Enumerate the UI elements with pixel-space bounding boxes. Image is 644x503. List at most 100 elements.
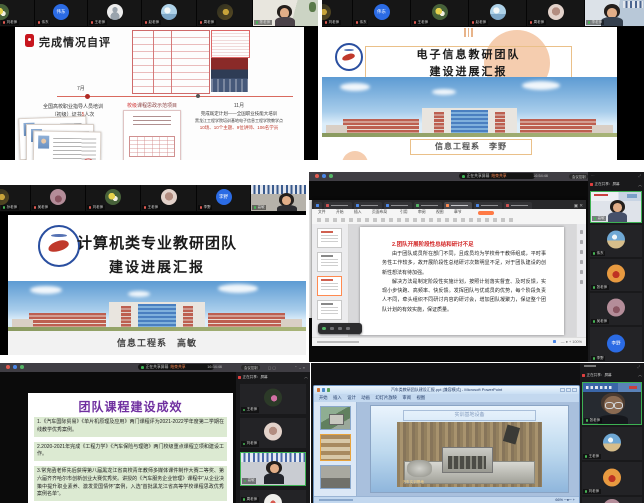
participant-video-tile[interactable]: 陈老师: [253, 0, 318, 26]
participant-video-tile[interactable]: 李老师: [585, 0, 644, 26]
speaker-video: [264, 461, 284, 483]
document-tab[interactable]: [384, 202, 412, 210]
menu-extra-icons[interactable]: ⌃ ⌄ ≡: [294, 365, 305, 370]
collapse-icon[interactable]: ︿: [304, 374, 308, 380]
quick-access-toolbar[interactable]: [317, 388, 330, 391]
participant-tile[interactable]: 王老师: [141, 185, 196, 211]
side-toolbar[interactable]: [576, 224, 586, 338]
video-tile[interactable]: 李野 李野: [590, 327, 642, 362]
video-tile[interactable]: 张老师: [590, 259, 642, 291]
video-tile[interactable]: 刘老师: [582, 462, 642, 495]
ribbon-tab[interactable]: 设计: [347, 395, 356, 401]
menu-item[interactable]: 页面布局: [372, 210, 387, 215]
page-thumb[interactable]: [317, 300, 342, 320]
page-thumb[interactable]: [317, 228, 342, 248]
meeting-capture-6: 汽车类教研团队建设汇报.ppt [兼容模式] - Microsoft Power…: [311, 363, 644, 503]
expand-icon[interactable]: ⤢: [637, 365, 640, 369]
mic-on-icon: [593, 286, 596, 289]
video-tile[interactable]: 王老师: [240, 384, 306, 414]
redo-icon[interactable]: [327, 388, 330, 391]
undo-icon[interactable]: [322, 388, 325, 391]
participant-video-tile[interactable]: 高敏: [251, 185, 306, 211]
video-tile[interactable]: 伟东: [590, 225, 642, 257]
page-thumb[interactable]: [317, 252, 342, 272]
collapse-icon[interactable]: ︿: [638, 372, 642, 378]
app-icon[interactable]: [329, 174, 333, 178]
avatar: 伟东: [53, 4, 69, 20]
participant-tile[interactable]: 刘老师: [322, 0, 352, 26]
participant-tile[interactable]: 伟东 伟东: [353, 0, 410, 26]
collapse-icon[interactable]: ︿: [638, 182, 642, 188]
expand-icon[interactable]: ⤢: [638, 174, 641, 178]
document-tab[interactable]: [474, 202, 502, 210]
document-tab[interactable]: [324, 202, 352, 210]
november-block: 11月 完成既定计划——全国职业技能大培训 黑龙江工程学院培训基地电子信息工程学…: [183, 102, 295, 131]
window-buttons[interactable]: ▣ ✕: [574, 203, 583, 209]
sharing-pill[interactable]: 正在共享屏幕 结束共享: [138, 364, 214, 370]
meeting-control-chip[interactable]: 会议控制: [569, 174, 588, 179]
home-tab[interactable]: [314, 202, 322, 210]
menu-item[interactable]: 审阅: [418, 210, 426, 215]
highlight-button[interactable]: [478, 211, 494, 215]
video-tile[interactable]: 刘老师: [240, 418, 306, 448]
participant-tile[interactable]: 赵老师: [142, 0, 196, 26]
meeting-capture-2: 刘老师 伟东 伟东 王老师 赵老师 周老师: [322, 0, 644, 160]
video-tile-speaking[interactable]: 高敏: [590, 191, 642, 223]
participant-tile[interactable]: 刘老师: [86, 185, 140, 211]
video-tile-speaking[interactable]: 高敏: [240, 452, 306, 486]
slide-thumb[interactable]: [320, 406, 351, 430]
participant-tile[interactable]: 王老师: [411, 0, 468, 26]
participant-tile[interactable]: 刘老师: [0, 0, 34, 26]
participant-tile[interactable]: 赵老师: [469, 0, 526, 26]
window-close-icon[interactable]: [315, 174, 319, 178]
menu-item[interactable]: 开始: [336, 210, 344, 215]
ribbon-tab[interactable]: 幻灯片放映: [375, 395, 396, 401]
ribbon-tab[interactable]: 视图: [416, 395, 425, 401]
participant-tile[interactable]: 吴老师: [31, 185, 85, 211]
app-icon[interactable]: [322, 174, 326, 178]
menu-item[interactable]: 插入: [354, 210, 362, 215]
video-tile[interactable]: 吴老师: [590, 293, 642, 325]
view-icon[interactable]: [553, 340, 556, 343]
app-icon[interactable]: [13, 365, 17, 369]
video-tile-speaking[interactable]: 张老师: [582, 382, 642, 425]
save-icon[interactable]: [317, 388, 320, 391]
ribbon-tab[interactable]: 审阅: [402, 395, 411, 401]
menu-item[interactable]: 文件: [318, 210, 326, 215]
window-close-icon[interactable]: [6, 365, 10, 369]
window-buttons[interactable]: [560, 388, 577, 392]
menu-item[interactable]: 视图: [436, 210, 444, 215]
document-tab[interactable]: [504, 202, 532, 210]
document-tab-active[interactable]: [444, 202, 472, 210]
page-thumb-selected[interactable]: [317, 276, 342, 296]
window-icons[interactable]: ▢ ▢: [268, 365, 276, 370]
app-icon[interactable]: [20, 365, 24, 369]
menu-item[interactable]: 章节: [454, 210, 462, 215]
video-tile[interactable]: [582, 497, 642, 503]
participant-tile[interactable]: 王老师: [88, 0, 141, 26]
zoom-control[interactable]: 66% ─●─ +: [555, 498, 575, 502]
ribbon-tab[interactable]: 开始: [319, 395, 328, 401]
slide-thumb[interactable]: [320, 465, 351, 489]
ribbon-tab[interactable]: 动画: [361, 395, 370, 401]
zoom-control[interactable]: — ● + 100%: [561, 340, 582, 344]
participant-tile[interactable]: 李野 李野: [197, 185, 250, 211]
participant-tile[interactable]: 孙老师: [0, 185, 30, 211]
toolbar-icons[interactable]: [317, 218, 516, 223]
meeting-control-chip[interactable]: 会议控制: [241, 365, 260, 370]
document-tab[interactable]: [354, 202, 382, 210]
meeting-float-bubble[interactable]: [318, 323, 362, 334]
ribbon-tab[interactable]: 插入: [333, 395, 342, 401]
video-tile[interactable]: 周老师: [240, 490, 306, 503]
sharing-pill[interactable]: 正在共享屏幕 结束共享: [459, 173, 535, 179]
speaker-video: [277, 193, 297, 211]
menu-item[interactable]: 引用: [400, 210, 408, 215]
video-tile[interactable]: 王老师: [582, 427, 642, 460]
participant-tile[interactable]: 周老师: [197, 0, 252, 26]
document-tab[interactable]: [414, 202, 442, 210]
project-document: [123, 110, 181, 160]
participant-tile[interactable]: 伟东 伟东: [35, 0, 87, 26]
participant-tile[interactable]: 周老师: [527, 0, 584, 26]
slide-thumb-selected[interactable]: [320, 434, 351, 461]
clock: 16:54:46: [207, 365, 222, 369]
